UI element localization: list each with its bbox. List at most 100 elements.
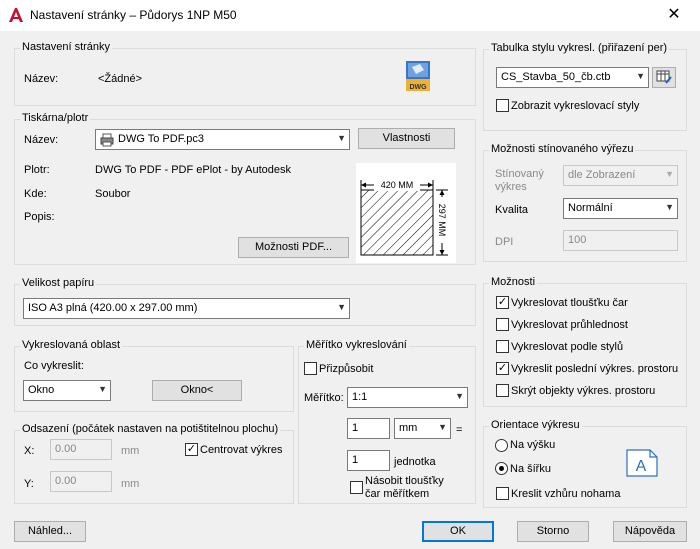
chevron-down-icon: ▼ xyxy=(98,384,107,394)
edit-plot-style-button[interactable] xyxy=(652,67,676,88)
window-pick-button[interactable]: Okno< xyxy=(152,380,242,401)
paper-height-label: 297 MM xyxy=(437,204,447,237)
what-to-plot-label: Co vykreslit: xyxy=(24,360,84,372)
shaded-plot-label-1: Stínovaný xyxy=(495,168,544,180)
properties-button[interactable]: Vlastnosti xyxy=(358,128,455,149)
plotter-label: Plotr: xyxy=(24,164,50,176)
display-plot-styles-label: Zobrazit vykreslovací styly xyxy=(511,100,640,112)
scale-value1-input[interactable]: 1 xyxy=(347,418,390,439)
printer-name-select[interactable]: DWG To PDF.pc3 ▼ xyxy=(95,129,350,150)
shaded-plot-select[interactable]: dle Zobrazení ▼ xyxy=(563,165,678,186)
quality-select[interactable]: Normální ▼ xyxy=(563,198,678,219)
close-icon: ✕ xyxy=(667,6,681,23)
landscape-radio[interactable] xyxy=(495,462,508,475)
display-plot-styles-checkbox[interactable] xyxy=(496,99,509,112)
table-edit-icon xyxy=(656,70,672,84)
upside-down-label: Kreslit vzhůru nohama xyxy=(511,488,621,500)
shaded-viewport-title: Možnosti stínovaného výřezu xyxy=(489,143,636,155)
printer-name-label: Název: xyxy=(24,134,59,146)
option-lineweights-label: Vykreslovat tloušťku čar xyxy=(511,297,628,309)
shaded-plot-label-2: výkres xyxy=(495,181,527,193)
offset-y-input[interactable]: 0.00 xyxy=(50,471,112,492)
shaded-plot-value: dle Zobrazení xyxy=(568,169,636,181)
upside-down-checkbox[interactable] xyxy=(496,487,509,500)
orientation-title: Orientace výkresu xyxy=(489,419,582,431)
option-lineweights-checkbox[interactable]: ✓ xyxy=(496,296,509,309)
scale-value: 1:1 xyxy=(352,391,368,403)
plot-scale-title: Měřítko vykreslování xyxy=(304,339,409,351)
scale-value2: 1 xyxy=(352,454,359,466)
center-plot-checkbox[interactable]: ✓ xyxy=(185,443,198,456)
option-plot-styles-checkbox[interactable] xyxy=(496,340,509,353)
offset-y-unit: mm xyxy=(121,478,140,490)
description-label: Popis: xyxy=(24,211,55,223)
offset-x-unit: mm xyxy=(121,445,140,457)
chevron-down-icon: ▼ xyxy=(455,391,464,401)
plot-area-title: Vykreslovaná oblast xyxy=(20,339,123,351)
cancel-button[interactable]: Storno xyxy=(517,521,589,542)
printer-icon xyxy=(100,133,114,147)
chevron-down-icon: ▼ xyxy=(438,422,447,432)
printer-name-value: DWG To PDF.pc3 xyxy=(118,133,204,145)
option-hide-objects-checkbox[interactable] xyxy=(496,384,509,397)
option-transparency-checkbox[interactable] xyxy=(496,318,509,331)
chevron-down-icon: ▼ xyxy=(337,302,346,312)
dwg-file-icon: DWG xyxy=(406,61,430,91)
dpi-value: 100 xyxy=(568,234,587,246)
option-transparency-label: Vykreslovat průhlednost xyxy=(511,319,628,331)
close-button[interactable]: ✕ xyxy=(656,4,692,26)
help-button[interactable]: Nápověda xyxy=(613,521,687,542)
title-bar: Nastavení stránky – Půdorys 1NP M50 ✕ xyxy=(0,0,700,31)
paper-preview: 420 MM 297 MM xyxy=(356,163,456,263)
paper-size-select[interactable]: ISO A3 plná (420.00 x 297.00 mm) ▼ xyxy=(23,298,350,319)
offset-x-value: 0.00 xyxy=(55,443,77,455)
paper-size-value: ISO A3 plná (420.00 x 297.00 mm) xyxy=(28,302,198,314)
scale-unit-select[interactable]: mm ▼ xyxy=(394,418,451,439)
pdf-options-button[interactable]: Možnosti PDF... xyxy=(238,237,349,258)
plot-style-table-group xyxy=(483,49,687,131)
offset-x-label: X: xyxy=(24,445,35,457)
where-value: Soubor xyxy=(95,188,131,200)
paper-size-title: Velikost papíru xyxy=(20,277,97,289)
dpi-label: DPI xyxy=(495,236,514,248)
preview-button[interactable]: Náhled... xyxy=(14,521,86,542)
paper-preview-drawing: 420 MM 297 MM xyxy=(360,179,448,256)
dwg-label: DWG xyxy=(409,84,427,91)
plot-style-table-select[interactable]: CS_Stavba_50_čb.ctb ▼ xyxy=(496,67,649,88)
option-hide-objects-label: Skrýt objekty výkres. prostoru xyxy=(511,385,656,397)
plotter-value: DWG To PDF - PDF ePlot - by Autodesk xyxy=(95,164,292,176)
printer-title: Tiskárna/plotr xyxy=(20,112,91,124)
chevron-down-icon: ▼ xyxy=(636,71,645,81)
what-to-plot-select[interactable]: Okno ▼ xyxy=(23,380,111,401)
scale-value1: 1 xyxy=(352,422,359,434)
scale-lineweights-label-1: Násobit tloušťky xyxy=(365,475,444,487)
option-plot-styles-label: Vykreslovat podle stylů xyxy=(511,341,624,353)
paper-width-label: 420 MM xyxy=(381,180,414,190)
offset-x-input[interactable]: 0.00 xyxy=(50,439,112,460)
equals-sign: = xyxy=(456,424,463,436)
portrait-label: Na výšku xyxy=(510,439,556,451)
option-paperspace-last-label: Vykreslit poslední výkres. prostoru xyxy=(511,363,679,375)
what-to-plot-value: Okno xyxy=(28,384,55,396)
dpi-input[interactable]: 100 xyxy=(563,230,678,251)
portrait-radio[interactable] xyxy=(495,439,508,452)
fit-to-paper-label: Přizpůsobit xyxy=(319,363,374,375)
plot-style-table-title: Tabulka stylu vykresl. (přiřazení per) xyxy=(489,42,670,54)
landscape-label: Na šířku xyxy=(510,463,551,475)
fit-to-paper-checkbox[interactable] xyxy=(304,362,317,375)
ok-button[interactable]: OK xyxy=(422,521,494,542)
chevron-down-icon: ▼ xyxy=(665,169,674,179)
quality-value: Normální xyxy=(568,202,613,214)
scale-lineweights-label-2: čar měřítkem xyxy=(365,488,430,500)
chevron-down-icon: ▼ xyxy=(665,202,674,212)
scale-value2-input[interactable]: 1 xyxy=(347,450,390,471)
landscape-orientation-icon: A xyxy=(626,449,658,477)
scale-label: Měřítko: xyxy=(304,392,344,404)
scale-lineweights-checkbox[interactable] xyxy=(350,481,363,494)
option-paperspace-last-checkbox[interactable]: ✓ xyxy=(496,362,509,375)
scale-select[interactable]: 1:1 ▼ xyxy=(347,387,468,408)
quality-label: Kvalita xyxy=(495,204,529,216)
plot-area-group xyxy=(14,346,294,412)
window-title: Nastavení stránky – Půdorys 1NP M50 xyxy=(30,8,237,22)
plot-options-title: Možnosti xyxy=(489,276,538,288)
